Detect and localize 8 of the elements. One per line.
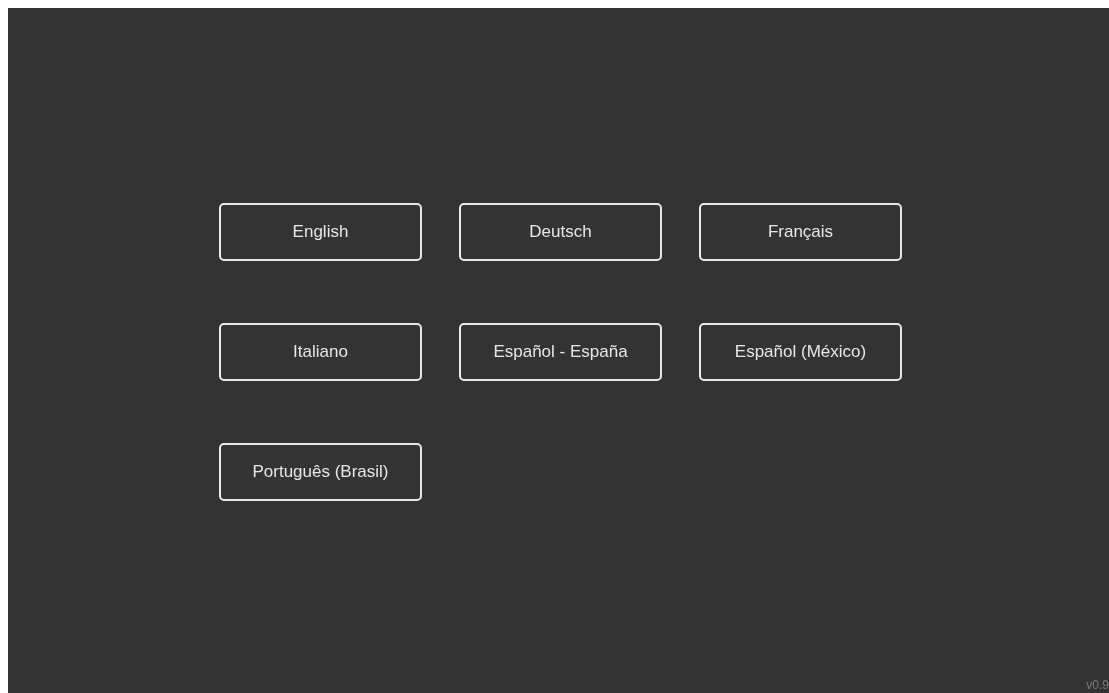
language-button[interactable]: English <box>219 203 422 261</box>
language-button[interactable]: Español - España <box>459 323 662 381</box>
language-button[interactable]: Español (México) <box>699 323 902 381</box>
language-button[interactable]: Português (Brasil) <box>219 443 422 501</box>
version-label: v0.9 <box>1086 678 1109 693</box>
language-button[interactable]: Français <box>699 203 902 261</box>
language-button[interactable]: Italiano <box>219 323 422 381</box>
language-button[interactable]: Deutsch <box>459 203 662 261</box>
